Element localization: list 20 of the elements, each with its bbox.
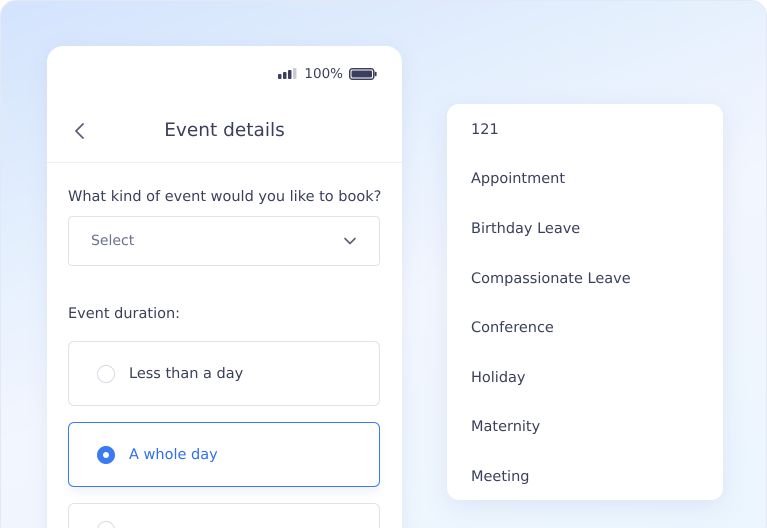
dropdown-option[interactable]: Conference [447,303,723,353]
battery-icon [349,68,377,80]
event-type-select[interactable]: Select [68,216,380,266]
battery-percentage: 100% [304,66,343,82]
screen-title: Event details [164,120,285,140]
dropdown-option[interactable]: Meeting [447,452,723,502]
duration-label: Event duration: [68,305,182,324]
dropdown-option[interactable]: 121 [447,105,723,155]
back-button[interactable] [73,122,87,140]
chevron-down-icon [344,237,356,245]
question-label: What kind of event would you like to book? [68,188,380,207]
duration-option[interactable]: Less than a day [68,341,380,406]
dropdown-option[interactable]: Holiday [447,352,723,403]
radio-button[interactable] [97,446,115,464]
dropdown-option[interactable]: Compassionate Leave [447,254,723,304]
dropdown-option[interactable]: Birthday Leave [447,204,723,254]
duration-option[interactable]: A whole day [68,422,380,487]
dropdown-option[interactable]: Maternity [447,402,723,452]
dropdown-option[interactable]: Appointment [447,154,723,204]
signal-icon [278,68,298,79]
